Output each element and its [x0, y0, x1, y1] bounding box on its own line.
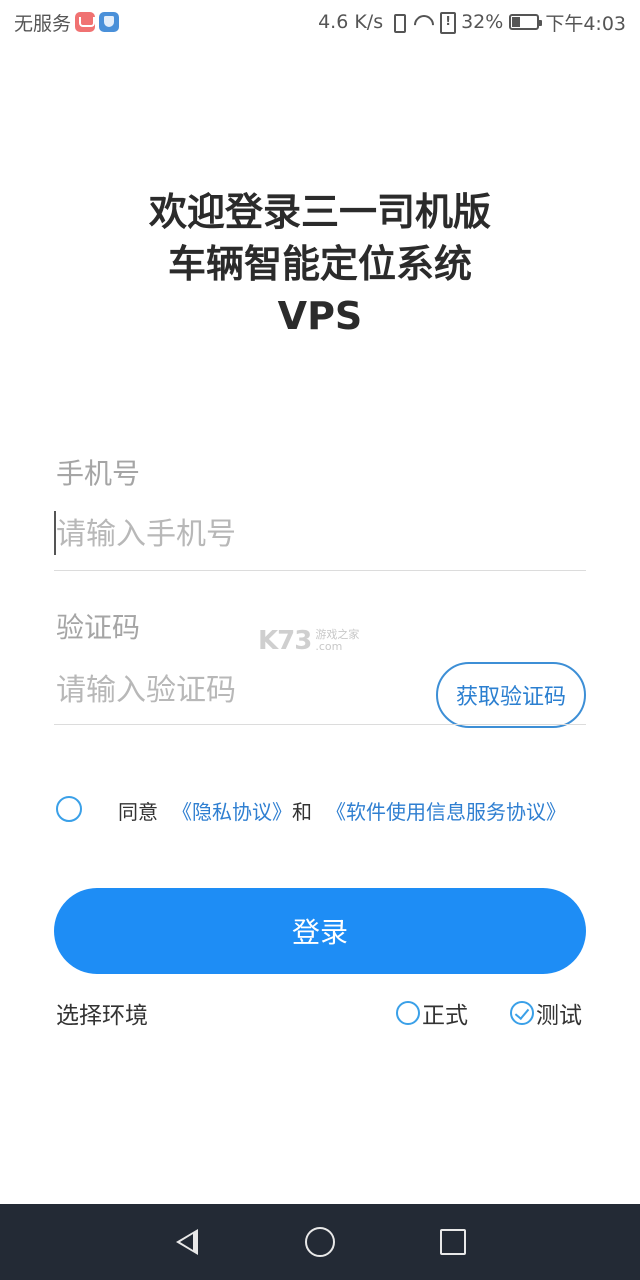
- battery-fill: [512, 17, 520, 27]
- title-line-1: 欢迎登录三一司机版: [148, 190, 491, 234]
- mail-icon: [75, 12, 96, 32]
- shield-icon: [99, 12, 120, 32]
- agreement-prefix: 同意: [118, 800, 158, 824]
- status-left: 无服务: [14, 9, 120, 36]
- phone-label: 手机号: [56, 457, 141, 490]
- network-speed: 4.6 K/s: [318, 11, 384, 33]
- radio-checked-icon: [510, 1001, 534, 1025]
- agreement-row: 同意 《隐私协议》 和 《软件使用信息服务协议》: [118, 796, 566, 825]
- code-input[interactable]: [56, 666, 416, 714]
- watermark-text: 游戏之家 .com: [315, 629, 359, 653]
- watermark-brand: K73: [258, 626, 312, 656]
- title-line-2: 车辆智能定位系统: [167, 242, 472, 286]
- env-option-production[interactable]: 正式: [396, 996, 468, 1030]
- privacy-link[interactable]: 《隐私协议》: [172, 796, 292, 825]
- clock: 下午4:03: [545, 12, 626, 35]
- home-icon[interactable]: [303, 1225, 337, 1259]
- phone-divider: [54, 570, 586, 571]
- env-option-label: 测试: [536, 1003, 582, 1029]
- watermark-logo: K73 游戏之家 .com: [258, 626, 388, 656]
- login-button[interactable]: 登录: [54, 888, 586, 974]
- status-bar: 无服务 4.6 K/s 32% 下午4:03: [0, 0, 640, 44]
- alert-icon: [437, 12, 457, 34]
- back-icon[interactable]: [170, 1225, 204, 1259]
- title-line-3: VPS: [277, 294, 363, 338]
- environment-label: 选择环境: [56, 1003, 148, 1029]
- battery-icon: [509, 14, 543, 30]
- carrier-text: 无服务: [14, 12, 72, 35]
- code-label: 验证码: [56, 611, 141, 644]
- agreement-and: 和: [292, 800, 312, 824]
- service-agreement-link[interactable]: 《软件使用信息服务协议》: [326, 796, 566, 825]
- wifi-icon: [413, 13, 431, 31]
- recent-apps-icon[interactable]: [436, 1225, 470, 1259]
- get-code-button[interactable]: 获取验证码: [436, 662, 586, 728]
- agreement-radio[interactable]: [56, 796, 82, 822]
- env-option-label: 正式: [422, 1003, 468, 1029]
- code-divider: [54, 724, 586, 725]
- page-title: 欢迎登录三一司机版 车辆智能定位系统 VPS: [0, 186, 640, 342]
- status-right: 4.6 K/s 32% 下午4:03: [318, 9, 626, 36]
- system-nav-bar: [0, 1204, 640, 1280]
- env-option-test[interactable]: 测试: [510, 996, 582, 1030]
- radio-icon: [396, 1001, 420, 1025]
- watermark-text-2: .com: [315, 640, 343, 653]
- phone-input[interactable]: [56, 510, 576, 558]
- vibrate-icon: [389, 13, 407, 33]
- battery-percent: 32%: [461, 11, 504, 33]
